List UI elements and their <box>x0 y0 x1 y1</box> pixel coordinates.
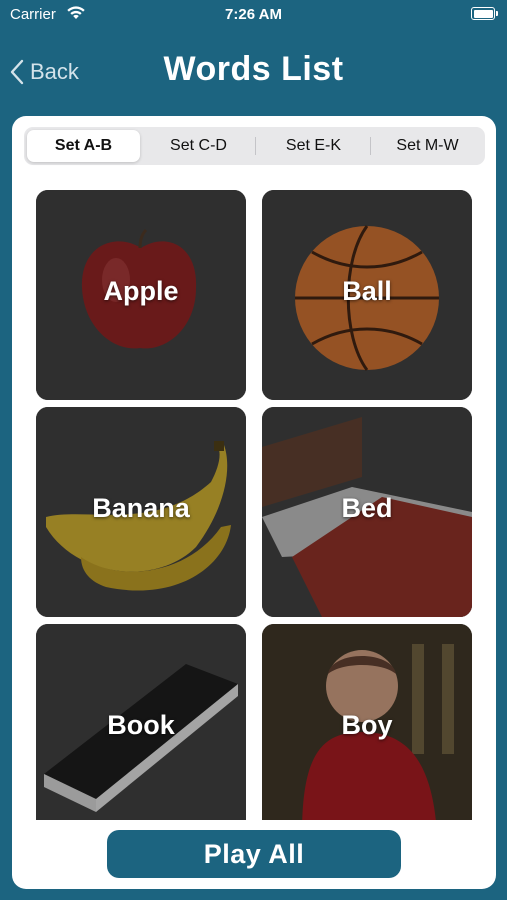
word-tile-ball[interactable]: Ball <box>262 190 472 400</box>
word-label: Boy <box>341 710 393 740</box>
word-label: Bed <box>341 493 393 523</box>
word-tile-book[interactable]: Book <box>36 624 246 820</box>
play-all-button[interactable]: Play All <box>107 830 401 878</box>
word-label: Book <box>107 710 175 740</box>
segment-divider <box>255 137 256 155</box>
word-label: Ball <box>342 276 392 306</box>
status-bar: Carrier 7:26 AM <box>0 0 507 30</box>
word-tile-boy[interactable]: Boy <box>262 624 472 820</box>
word-label: Banana <box>92 493 190 523</box>
word-label: Apple <box>103 276 179 306</box>
segment-set-m-w[interactable]: Set M-W <box>371 130 484 162</box>
segment-set-e-k[interactable]: Set E-K <box>257 130 370 162</box>
segment-set-c-d[interactable]: Set C-D <box>142 130 255 162</box>
words-card: Set A-B Set C-D Set E-K Set M-W Apple Ba… <box>12 116 496 889</box>
segment-set-a-b[interactable]: Set A-B <box>27 130 140 162</box>
word-tile-apple[interactable]: Apple <box>36 190 246 400</box>
clock: 7:26 AM <box>225 6 282 23</box>
word-tile-bed[interactable]: Bed <box>262 407 472 617</box>
battery-icon <box>471 7 498 20</box>
word-tile-banana[interactable]: Banana <box>36 407 246 617</box>
words-grid: Apple Ball Banana Bed Book Boy <box>12 190 496 820</box>
set-segmented-control: Set A-B Set C-D Set E-K Set M-W <box>24 127 485 165</box>
page-title: Words List <box>163 50 344 88</box>
